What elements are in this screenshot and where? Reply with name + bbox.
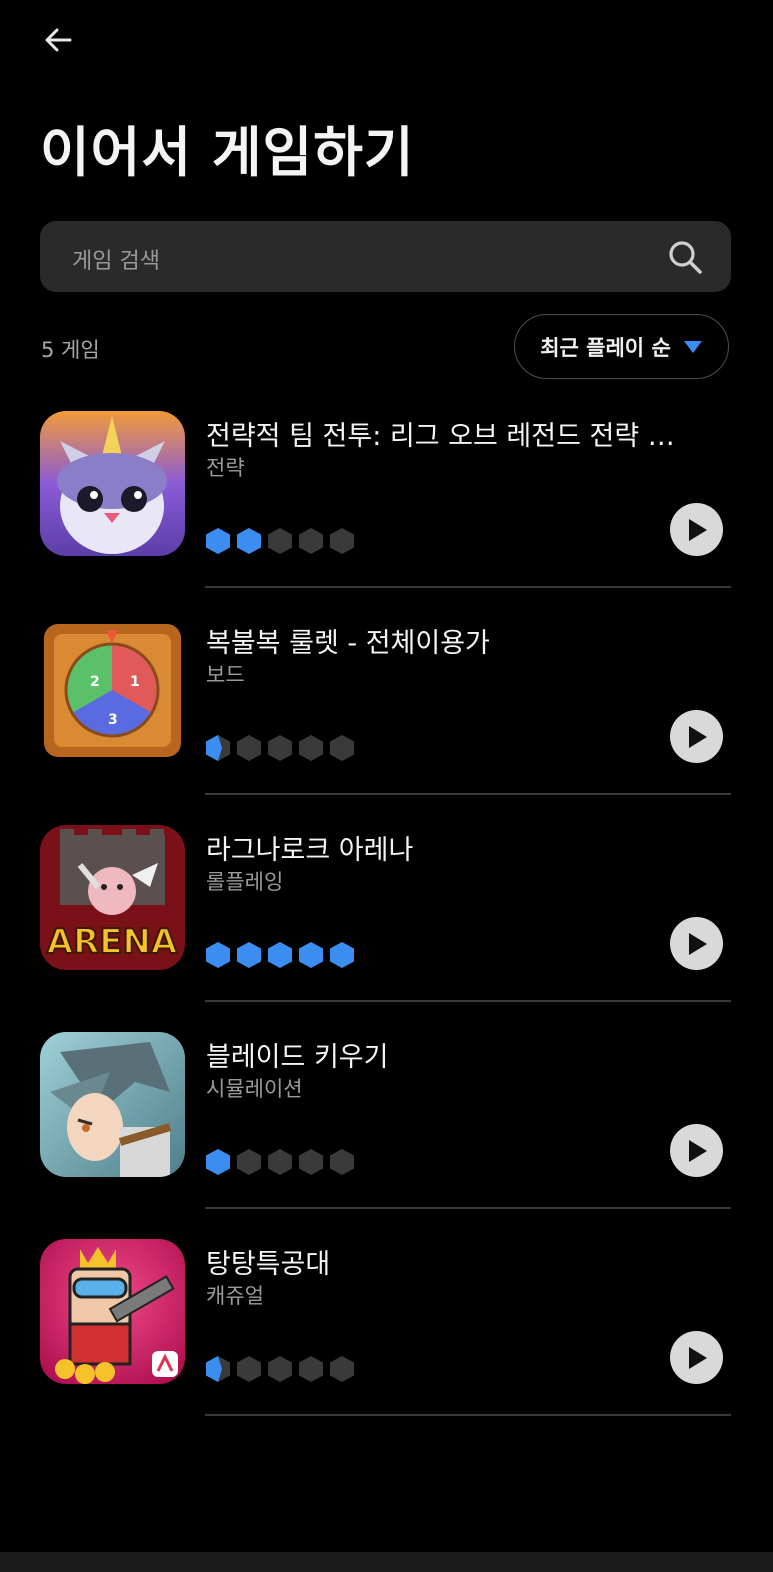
roulette-number: 1 bbox=[130, 674, 140, 690]
hex-full-icon bbox=[237, 942, 261, 968]
play-button[interactable] bbox=[670, 917, 723, 970]
search-input[interactable]: 게임 검색 bbox=[72, 243, 160, 275]
divider bbox=[205, 1414, 731, 1416]
hex-empty-icon bbox=[299, 1356, 323, 1382]
sort-label: 최근 플레이 순 bbox=[540, 335, 671, 360]
hex-full-icon bbox=[206, 528, 230, 554]
hex-half-icon bbox=[206, 1356, 230, 1382]
hex-empty-icon bbox=[330, 735, 354, 761]
back-button[interactable] bbox=[38, 20, 78, 60]
bottom-navigation-bar bbox=[0, 1552, 773, 1572]
arena-logo-text: ARENA bbox=[47, 922, 178, 962]
play-level-rating bbox=[205, 1148, 355, 1176]
play-icon bbox=[688, 725, 707, 748]
play-level-rating bbox=[205, 527, 355, 555]
play-button[interactable] bbox=[670, 1331, 723, 1384]
blade-warrior-icon bbox=[40, 1032, 185, 1177]
hex-empty-icon bbox=[330, 1149, 354, 1175]
game-title: 탕탕특공대 bbox=[206, 1249, 331, 1280]
hex-empty-icon bbox=[299, 528, 323, 554]
roulette-number: 2 bbox=[90, 674, 100, 690]
hex-full-icon bbox=[268, 942, 292, 968]
play-level-rating bbox=[205, 1355, 355, 1383]
divider bbox=[205, 586, 731, 588]
hex-full-icon bbox=[237, 528, 261, 554]
play-button[interactable] bbox=[670, 710, 723, 763]
divider bbox=[205, 793, 731, 795]
roulette-number: 3 bbox=[108, 712, 118, 728]
ragnarok-arena-icon: ARENA bbox=[40, 825, 185, 970]
back-arrow-icon bbox=[45, 28, 72, 52]
game-genre: 보드 bbox=[206, 663, 245, 687]
chevron-down-icon bbox=[683, 340, 702, 353]
game-genre: 캐쥬얼 bbox=[206, 1284, 264, 1308]
game-count: 5 게임 bbox=[41, 338, 100, 362]
tangtang-soldier-icon bbox=[40, 1239, 185, 1384]
roulette-wheel-icon: 2 1 3 bbox=[40, 618, 185, 763]
game-genre: 시뮬레이션 bbox=[206, 1077, 303, 1101]
search-bar[interactable]: 게임 검색 bbox=[40, 221, 731, 292]
hex-full-icon bbox=[206, 1149, 230, 1175]
tft-penguin-icon bbox=[40, 411, 185, 556]
play-icon bbox=[688, 1139, 707, 1162]
play-level-rating bbox=[205, 734, 355, 762]
list-item[interactable]: ARENA 라그나로크 아레나 롤플레잉 bbox=[0, 814, 773, 1021]
hex-empty-icon bbox=[299, 735, 323, 761]
page-title: 이어서 게임하기 bbox=[40, 121, 415, 184]
play-icon bbox=[688, 1346, 707, 1369]
game-title: 블레이드 키우기 bbox=[206, 1042, 389, 1073]
game-genre: 전략 bbox=[206, 456, 245, 480]
hex-full-icon bbox=[330, 942, 354, 968]
play-icon bbox=[688, 518, 707, 541]
hex-empty-icon bbox=[268, 528, 292, 554]
hex-empty-icon bbox=[299, 1149, 323, 1175]
hex-full-icon bbox=[206, 942, 230, 968]
hex-half-icon bbox=[206, 735, 230, 761]
list-item[interactable]: 탕탕특공대 캐쥬얼 bbox=[0, 1228, 773, 1435]
game-genre: 롤플레잉 bbox=[206, 870, 284, 894]
game-title: 전략적 팀 전투: 리그 오브 레전드 전략 … bbox=[206, 421, 675, 452]
divider bbox=[205, 1207, 731, 1209]
play-level-rating bbox=[205, 941, 355, 969]
hex-empty-icon bbox=[268, 1356, 292, 1382]
hex-empty-icon bbox=[268, 1149, 292, 1175]
play-icon bbox=[688, 932, 707, 955]
hex-empty-icon bbox=[237, 1149, 261, 1175]
list-item[interactable]: 전략적 팀 전투: 리그 오브 레전드 전략 … 전략 bbox=[0, 400, 773, 607]
game-title: 복불복 룰렛 - 전체이용가 bbox=[206, 628, 490, 659]
game-list: 전략적 팀 전투: 리그 오브 레전드 전략 … 전략 2 1 3 복불복 룰렛… bbox=[0, 400, 773, 1435]
hex-empty-icon bbox=[237, 1356, 261, 1382]
list-item[interactable]: 2 1 3 복불복 룰렛 - 전체이용가 보드 bbox=[0, 607, 773, 814]
hex-empty-icon bbox=[330, 528, 354, 554]
game-title: 라그나로크 아레나 bbox=[206, 835, 414, 866]
hex-full-icon bbox=[299, 942, 323, 968]
list-item[interactable]: 블레이드 키우기 시뮬레이션 bbox=[0, 1021, 773, 1228]
divider bbox=[205, 1000, 731, 1002]
hex-empty-icon bbox=[268, 735, 292, 761]
sort-dropdown[interactable]: 최근 플레이 순 bbox=[514, 314, 729, 379]
hex-empty-icon bbox=[330, 1356, 354, 1382]
play-button[interactable] bbox=[670, 503, 723, 556]
search-icon[interactable] bbox=[667, 239, 703, 275]
hex-empty-icon bbox=[237, 735, 261, 761]
play-button[interactable] bbox=[670, 1124, 723, 1177]
